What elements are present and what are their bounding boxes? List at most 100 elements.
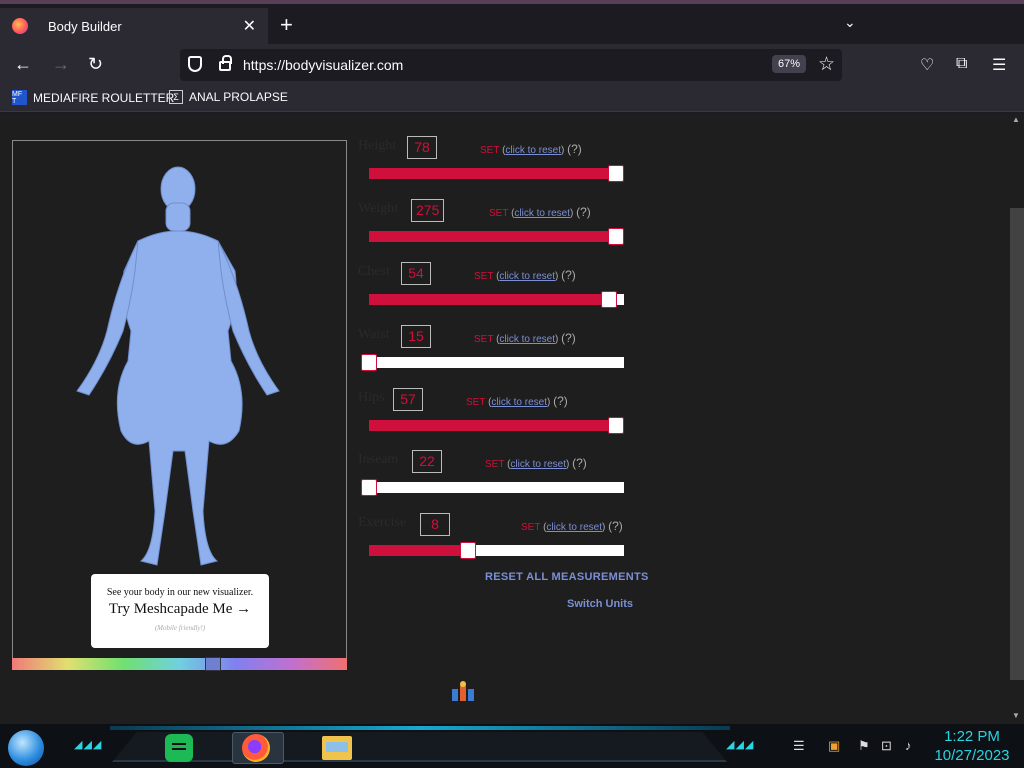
- slider-track[interactable]: [369, 165, 624, 182]
- bookmark-mediafire[interactable]: MF T MEDIAFIRE ROULETTER: [12, 90, 174, 105]
- switch-units-button[interactable]: Switch Units: [567, 598, 633, 610]
- reset-link[interactable]: click to reset: [505, 145, 561, 156]
- firefox-taskbar-icon[interactable]: [242, 734, 270, 762]
- measurement-label: Chest: [358, 264, 390, 279]
- help-icon[interactable]: (?): [608, 519, 623, 533]
- reset-all-button[interactable]: RESET ALL MEASUREMENTS: [485, 571, 649, 583]
- lock-icon[interactable]: [219, 55, 232, 71]
- page-scrollbar[interactable]: ▲ ▼: [1010, 113, 1024, 729]
- system-clock[interactable]: 1:22 PM 10/27/2023: [932, 727, 1012, 765]
- slider-thumb[interactable]: [601, 291, 617, 308]
- set-reset-help: SET (click to reset) (?): [485, 456, 587, 470]
- close-tab-icon[interactable]: ✕: [243, 16, 256, 36]
- new-tab-button[interactable]: +: [280, 12, 300, 38]
- slider-track[interactable]: [361, 479, 624, 496]
- slider-thumb[interactable]: [460, 542, 476, 559]
- network-icon[interactable]: ⊡: [881, 738, 892, 754]
- file-explorer-icon[interactable]: [322, 736, 352, 760]
- measurement-label: Exercise: [358, 515, 407, 530]
- back-arrow-icon[interactable]: ←: [14, 54, 32, 75]
- decor-dots-icon: ◢◢◢: [726, 739, 755, 751]
- bookmark-star-icon[interactable]: ☆: [818, 53, 835, 76]
- scroll-down-icon[interactable]: ▼: [1012, 711, 1020, 720]
- bookmarks-bar: MF T MEDIAFIRE ROULETTER Σ ANAL PROLAPSE: [0, 86, 1024, 112]
- bookmark-second[interactable]: Σ ANAL PROLAPSE: [169, 90, 288, 104]
- reset-link[interactable]: click to reset: [546, 522, 602, 533]
- tab-body-builder[interactable]: Body Builder ✕: [0, 8, 268, 44]
- set-reset-help: SET (click to reset) (?): [489, 205, 591, 219]
- slider-track[interactable]: [369, 291, 624, 308]
- measurement-value[interactable]: 15: [401, 325, 431, 348]
- reset-link[interactable]: click to reset: [514, 208, 570, 219]
- reset-link[interactable]: click to reset: [499, 334, 555, 345]
- forward-arrow-icon[interactable]: →: [52, 54, 70, 75]
- url-bar[interactable]: https://bodyvisualizer.com 67% ☆: [180, 49, 842, 81]
- help-icon[interactable]: (?): [561, 268, 576, 282]
- tray-overflow-icon[interactable]: ☰: [793, 738, 805, 754]
- measurement-row-height: Height 78 SET (click to reset) (?): [358, 136, 638, 198]
- help-icon[interactable]: (?): [553, 394, 568, 408]
- measurement-label: Hips: [358, 390, 385, 405]
- os-taskbar: ◢◢◢ ◢◢◢ ☰ ▣ ⚑ ⊡ ♪ 1:22 PM 10/27/2023: [0, 724, 1024, 768]
- slider-fill: [369, 294, 617, 305]
- taskbar-rail: [110, 726, 730, 730]
- scroll-up-icon[interactable]: ▲: [1012, 115, 1020, 124]
- slider-track[interactable]: [369, 542, 624, 559]
- extensions-icon[interactable]: ⧉: [956, 55, 967, 73]
- slider-thumb[interactable]: [361, 354, 377, 371]
- volume-icon[interactable]: ♪: [905, 738, 912, 753]
- help-icon[interactable]: (?): [576, 205, 591, 219]
- measurement-row-chest: Chest 54 SET (click to reset) (?): [358, 262, 638, 324]
- list-all-tabs-icon[interactable]: ⌄: [844, 14, 856, 31]
- mediafire-icon: MF T: [12, 90, 27, 105]
- bookmark-label: ANAL PROLAPSE: [189, 90, 288, 104]
- measurement-value[interactable]: 78: [407, 136, 437, 159]
- help-icon[interactable]: (?): [572, 456, 587, 470]
- reset-link[interactable]: click to reset: [491, 397, 547, 408]
- scrollbar-thumb[interactable]: [1010, 208, 1024, 680]
- chat-app-icon[interactable]: [165, 734, 193, 762]
- measurement-row-exercise: Exercise 8 SET (click to reset) (?): [358, 513, 638, 575]
- measurement-label: Waist: [358, 327, 390, 342]
- help-icon[interactable]: (?): [567, 142, 582, 156]
- measurement-row-waist: Waist 15 SET (click to reset) (?): [358, 325, 638, 387]
- zoom-level-badge[interactable]: 67%: [772, 55, 807, 73]
- reload-icon[interactable]: ↻: [88, 54, 103, 75]
- color-slider-thumb[interactable]: [205, 657, 221, 671]
- bookmark-label: MEDIAFIRE ROULETTER: [33, 90, 175, 105]
- slider-thumb[interactable]: [608, 165, 624, 182]
- set-label: SET: [480, 145, 500, 156]
- bookmark-site-icon: Σ: [169, 90, 183, 104]
- set-label: SET: [485, 459, 505, 470]
- url-text[interactable]: https://bodyvisualizer.com: [243, 57, 403, 73]
- slider-thumb[interactable]: [608, 417, 624, 434]
- measurement-value[interactable]: 22: [412, 450, 442, 473]
- meshcapade-promo[interactable]: See your body in our new visualizer. Try…: [91, 574, 269, 648]
- body-3d-viewer[interactable]: See your body in our new visualizer. Try…: [12, 140, 347, 660]
- measurement-value[interactable]: 54: [401, 262, 431, 285]
- clock-date: 10/27/2023: [934, 747, 1010, 764]
- measurement-value[interactable]: 8: [420, 513, 450, 536]
- slider-thumb[interactable]: [361, 479, 377, 496]
- reset-link[interactable]: click to reset: [499, 271, 555, 282]
- menu-icon[interactable]: ☰: [992, 55, 1006, 75]
- tracking-shield-icon[interactable]: [188, 56, 202, 72]
- reset-link[interactable]: click to reset: [510, 459, 566, 470]
- promo-link[interactable]: Try Meshcapade Me →: [91, 601, 269, 618]
- arrow-right-icon: →: [236, 601, 252, 617]
- slider-track[interactable]: [369, 228, 624, 245]
- tray-app-icon[interactable]: ▣: [828, 738, 840, 754]
- slider-thumb[interactable]: [608, 228, 624, 245]
- start-orb-icon[interactable]: [8, 730, 44, 766]
- set-label: SET: [489, 208, 509, 219]
- slider-track[interactable]: [361, 354, 624, 371]
- slider-fill: [369, 420, 624, 431]
- pocket-icon[interactable]: ♡: [920, 55, 934, 75]
- slider-track[interactable]: [369, 417, 624, 434]
- page-content: See your body in our new visualizer. Try…: [0, 113, 1024, 729]
- measurement-value[interactable]: 57: [393, 388, 423, 411]
- help-icon[interactable]: (?): [561, 331, 576, 345]
- color-slider[interactable]: [12, 657, 347, 671]
- measurement-value[interactable]: 275: [411, 199, 445, 222]
- action-center-flag-icon[interactable]: ⚑: [858, 738, 870, 754]
